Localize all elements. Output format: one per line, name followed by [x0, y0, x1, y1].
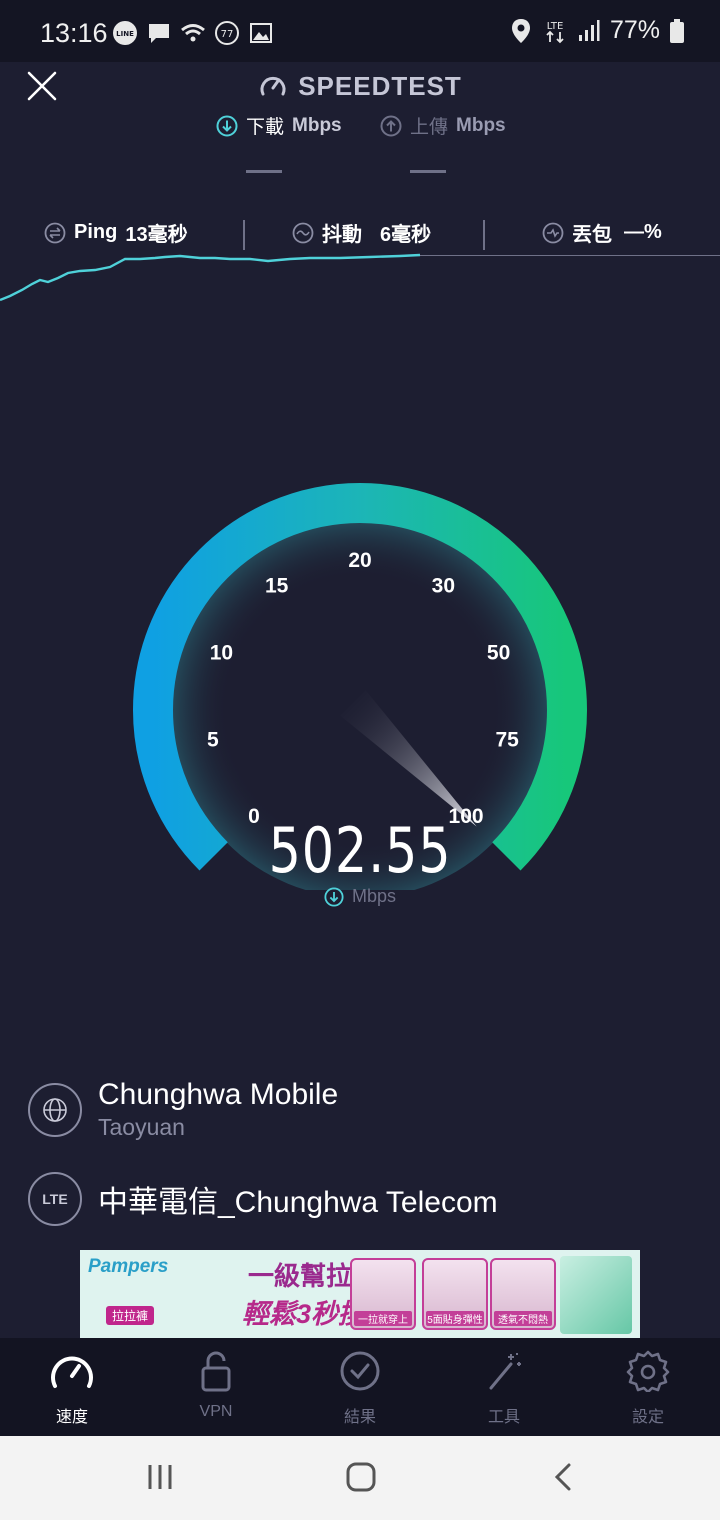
gear-icon	[626, 1350, 670, 1394]
svg-text:LTE: LTE	[547, 21, 564, 32]
tab-settings[interactable]: 設定	[593, 1350, 703, 1427]
upload-unit: Mbps	[456, 114, 506, 136]
tab-label: 設定	[631, 1409, 664, 1426]
svg-text:LINE: LINE	[116, 30, 134, 38]
status-notification-icons: LINE 77	[112, 20, 274, 46]
bottom-tab-bar: 速度 VPN 結果 工具 設定	[0, 1338, 720, 1436]
battery-percent: 77%	[609, 16, 660, 44]
wand-icon	[489, 1353, 521, 1390]
location-icon	[511, 18, 530, 43]
ad-brand: Pampers	[88, 1256, 169, 1277]
carrier-name: 中華電信_Chunghwa Telecom	[98, 1186, 498, 1219]
speedometer-icon	[51, 1356, 93, 1388]
tab-speed[interactable]: 速度	[17, 1350, 127, 1427]
gauge-tick-label: 5	[207, 728, 219, 751]
lock-icon	[201, 1351, 231, 1392]
packet-loss-value: —%	[624, 221, 662, 243]
tab-label: 速度	[55, 1409, 88, 1426]
packet-loss-stat: 丟包 —%	[542, 218, 662, 247]
tab-label: 結果	[343, 1409, 376, 1426]
ad-thumbnail: 一拉就穿上	[350, 1258, 416, 1330]
ad-thumbnail: 5面貼身彈性	[422, 1258, 488, 1330]
jitter-label: 抖動	[322, 224, 362, 246]
speed-type-row: 下載 Mbps 上傳 Mbps	[0, 112, 720, 140]
upload-indicator: 上傳 Mbps	[380, 112, 506, 139]
tab-label: VPN	[199, 1403, 233, 1420]
download-indicator: 下載 Mbps	[216, 112, 342, 139]
upload-label: 上傳	[410, 117, 449, 138]
wifi-icon	[181, 24, 205, 42]
download-icon	[216, 115, 238, 136]
battery-icon	[670, 18, 684, 43]
ping-value: 13毫秒	[125, 224, 188, 246]
gallery-icon	[250, 23, 272, 43]
ad-banner[interactable]: Pampers 拉拉褲 一級幫拉拉褲 輕鬆3秒換穿! 一拉就穿上 5面貼身彈性 …	[80, 1250, 640, 1338]
ping-label: Ping	[74, 221, 118, 243]
notification-count-icon: 77	[215, 21, 239, 45]
connection-info[interactable]: LTE 中華電信_Chunghwa Telecom	[28, 1172, 498, 1226]
status-bar: 13:16 LINE 77 LTE 77%	[0, 0, 720, 62]
check-circle-icon	[340, 1351, 380, 1391]
system-nav-bar	[0, 1436, 720, 1520]
stats-divider	[483, 220, 485, 250]
ad-thumbnail: 透氣不悶熱	[490, 1258, 556, 1330]
tab-tools[interactable]: 工具	[449, 1350, 559, 1427]
ping-stat: Ping 13毫秒	[44, 218, 188, 247]
speed-unit-label: Mbps	[351, 886, 396, 906]
packet-loss-label: 丟包	[572, 224, 612, 246]
ad-product-image	[560, 1256, 632, 1334]
upload-icon	[380, 115, 402, 136]
stats-divider	[243, 220, 245, 250]
download-icon	[324, 886, 344, 907]
packet-loss-icon	[542, 222, 564, 243]
jitter-icon	[292, 222, 314, 243]
server-provider: Chunghwa Mobile	[98, 1078, 339, 1111]
gauge-tick-label: 75	[495, 728, 519, 751]
app-title-text: SPEEDTEST	[298, 70, 462, 101]
recents-icon[interactable]	[146, 1462, 174, 1492]
speedtest-logo-icon	[260, 76, 286, 96]
svg-text:77: 77	[221, 29, 234, 40]
status-time: 13:16	[40, 18, 108, 48]
gauge-tick-label: 50	[487, 642, 510, 665]
download-unit: Mbps	[292, 114, 342, 136]
speed-trace-graph	[0, 253, 421, 302]
speed-reading-unit: Mbps	[0, 886, 720, 907]
line-icon: LINE	[113, 21, 137, 45]
app-title: SPEEDTEST	[0, 68, 720, 104]
signal-icon	[578, 19, 600, 41]
gauge-tick-label: 10	[210, 642, 233, 665]
gauge-tick-label: 20	[348, 549, 371, 572]
jitter-stat: 抖動 6毫秒	[292, 218, 431, 247]
lte-network-icon: LTE	[546, 21, 564, 43]
download-label: 下載	[246, 117, 285, 138]
gauge-tick-label: 30	[432, 574, 455, 597]
back-icon[interactable]	[552, 1462, 574, 1492]
jitter-value: 6毫秒	[380, 224, 432, 246]
tab-label: 工具	[487, 1409, 520, 1426]
upload-value-placeholder	[410, 170, 446, 173]
server-location: Taoyuan	[98, 1114, 185, 1140]
speed-reading: 502.55	[268, 814, 452, 887]
download-value-placeholder	[246, 170, 282, 173]
connection-stats: Ping 13毫秒 抖動 6毫秒 丟包 —%	[0, 218, 720, 254]
message-icon	[149, 24, 169, 43]
globe-icon	[28, 1082, 82, 1137]
status-system-icons: LTE 77%	[510, 16, 684, 45]
lte-badge: LTE	[28, 1172, 82, 1226]
ad-brand-sub: 拉拉褲	[106, 1306, 155, 1325]
tab-vpn[interactable]: VPN	[161, 1350, 271, 1421]
ping-icon	[44, 222, 66, 243]
home-icon[interactable]	[346, 1462, 376, 1492]
gauge-tick-label: 15	[265, 574, 289, 597]
server-info[interactable]: Chunghwa Mobile Taoyuan	[28, 1078, 338, 1141]
tab-results[interactable]: 結果	[305, 1350, 415, 1427]
